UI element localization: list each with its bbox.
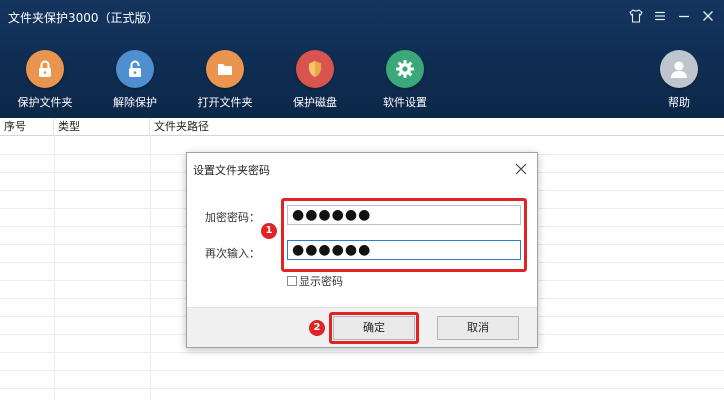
ok-button[interactable]: 确定 bbox=[333, 316, 415, 340]
close-icon[interactable] bbox=[698, 6, 718, 26]
protect-folder-button[interactable]: 保护文件夹 bbox=[0, 50, 90, 110]
confirm-password-input[interactable]: ●●●●●● bbox=[287, 240, 521, 260]
app-title: 文件夹保护3000（正式版） bbox=[8, 11, 159, 25]
settings-button[interactable]: 软件设置 bbox=[360, 50, 450, 110]
column-divider bbox=[54, 136, 55, 400]
app-header: 文件夹保护3000（正式版） 保护文件夹 解除保护 打开文件夹 保护磁盘 软件设… bbox=[0, 0, 724, 118]
protect-disk-label: 保护磁盘 bbox=[293, 96, 337, 109]
column-header-type[interactable]: 类型 bbox=[54, 118, 150, 136]
dialog-close-icon[interactable] bbox=[513, 161, 529, 177]
step-badge-1: 1 bbox=[261, 223, 277, 239]
shield-icon bbox=[296, 50, 334, 88]
menu-icon[interactable] bbox=[650, 6, 670, 26]
show-password-label: 显示密码 bbox=[299, 275, 343, 288]
protect-disk-button[interactable]: 保护磁盘 bbox=[270, 50, 360, 110]
row-divider bbox=[0, 370, 724, 371]
window-controls bbox=[626, 6, 718, 26]
column-header-path[interactable]: 文件夹路径 bbox=[150, 118, 724, 136]
column-divider bbox=[150, 136, 151, 400]
unprotect-label: 解除保护 bbox=[113, 96, 157, 109]
minimize-icon[interactable] bbox=[674, 6, 694, 26]
help-label: 帮助 bbox=[668, 96, 690, 109]
column-header-index[interactable]: 序号 bbox=[0, 118, 54, 136]
dialog-footer: 确定 2 取消 bbox=[187, 307, 537, 347]
set-password-dialog: 设置文件夹密码 加密密码： ●●●●●● 再次输入： ●●●●●● 1 显示密码… bbox=[186, 152, 538, 348]
confirm-password-label: 再次输入： bbox=[205, 247, 260, 260]
password-input[interactable]: ●●●●●● bbox=[287, 205, 521, 225]
help-button[interactable]: 帮助 bbox=[634, 50, 724, 110]
row-divider bbox=[0, 352, 724, 353]
table-header: 序号 类型 文件夹路径 bbox=[0, 118, 724, 136]
dialog-titlebar[interactable]: 设置文件夹密码 bbox=[187, 153, 537, 185]
protect-folder-label: 保护文件夹 bbox=[17, 96, 73, 109]
dialog-title: 设置文件夹密码 bbox=[193, 164, 270, 177]
step-badge-2: 2 bbox=[309, 320, 325, 336]
user-icon bbox=[660, 50, 698, 88]
open-folder-button[interactable]: 打开文件夹 bbox=[180, 50, 270, 110]
checkbox-icon[interactable] bbox=[287, 276, 297, 286]
settings-label: 软件设置 bbox=[383, 96, 427, 109]
unlock-icon bbox=[116, 50, 154, 88]
folder-icon bbox=[206, 50, 244, 88]
shirt-icon[interactable] bbox=[626, 6, 646, 26]
password-label: 加密密码： bbox=[205, 211, 260, 224]
cancel-button[interactable]: 取消 bbox=[437, 316, 519, 340]
gear-icon bbox=[386, 50, 424, 88]
row-divider bbox=[0, 388, 724, 389]
open-folder-label: 打开文件夹 bbox=[197, 96, 253, 109]
unprotect-button[interactable]: 解除保护 bbox=[90, 50, 180, 110]
dialog-body: 加密密码： ●●●●●● 再次输入： ●●●●●● 1 显示密码 bbox=[187, 185, 537, 307]
lock-icon bbox=[26, 50, 64, 88]
show-password-checkbox[interactable]: 显示密码 bbox=[287, 273, 343, 289]
